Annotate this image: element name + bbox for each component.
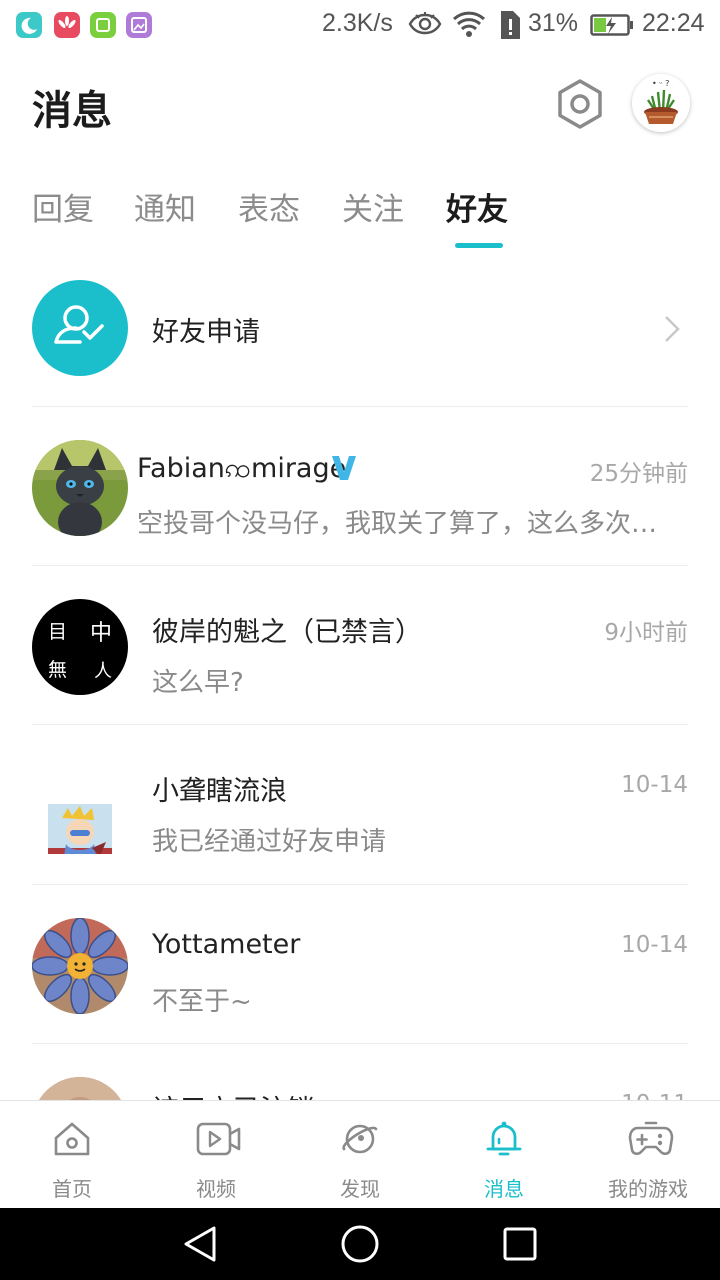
friend-request-label: 好友申请 xyxy=(152,317,260,348)
nav-home-label: 首页 xyxy=(52,1177,92,1201)
home-icon xyxy=(54,1122,90,1156)
message-time: 9小时前 xyxy=(604,620,688,646)
message-time: 10-14 xyxy=(621,932,688,958)
nav-my-games[interactable]: 我的游戏 xyxy=(576,1101,720,1209)
avatar xyxy=(32,918,128,1014)
message-preview: 这么早? xyxy=(152,668,244,698)
clock: 22:24 xyxy=(642,9,705,37)
potted-plant-avatar: • ᵕ ? xyxy=(632,74,690,132)
avatar-char: 中 xyxy=(90,621,113,646)
battery-charging-icon xyxy=(590,14,633,36)
contact-name: 小聋瞎流浪 xyxy=(152,776,287,807)
avatar-char: 無 xyxy=(48,659,68,681)
contact-name: 彼岸的魁之（已禁言） xyxy=(152,617,422,648)
tab-notifications[interactable]: 通知 xyxy=(134,184,196,229)
nav-video[interactable]: 视频 xyxy=(144,1101,288,1209)
svg-text:• ᵕ ?: • ᵕ ? xyxy=(652,79,669,88)
gear-icon xyxy=(558,79,602,129)
page-title: 消息 xyxy=(32,88,112,134)
tab-reactions[interactable]: 表态 xyxy=(238,184,300,229)
tab-following[interactable]: 关注 xyxy=(342,184,404,229)
system-nav-bar xyxy=(0,1208,720,1280)
huawei-app-icon xyxy=(54,12,80,38)
nav-discover[interactable]: 发现 xyxy=(288,1101,432,1209)
friend-request-icon xyxy=(32,280,128,376)
message-time: 10-14 xyxy=(621,772,688,798)
recents-icon[interactable] xyxy=(502,1226,538,1262)
avatar: 目 中 無 人 xyxy=(32,599,128,695)
avatar xyxy=(32,758,128,854)
bottom-nav: 首页 视频 发现 消息 我的游戏 xyxy=(0,1100,720,1208)
tab-friends[interactable]: 好友 xyxy=(446,184,508,229)
shield-app-icon xyxy=(90,12,116,38)
settings-button[interactable] xyxy=(554,78,606,130)
nav-messages-label: 消息 xyxy=(484,1177,524,1201)
nav-video-label: 视频 xyxy=(196,1177,236,1201)
message-preview: 不至于~ xyxy=(152,987,252,1017)
tab-reply[interactable]: 回复 xyxy=(32,184,94,229)
verified-badge-icon xyxy=(332,456,356,480)
eye-icon xyxy=(408,12,442,35)
avatar xyxy=(32,440,128,536)
nav-discover-label: 发现 xyxy=(340,1177,380,1201)
conversation-row[interactable]: 目 中 無 人 彼岸的魁之（已禁言） 9小时前 这么早? xyxy=(0,566,720,724)
avatar-char: 目 xyxy=(48,621,68,643)
moon-app-icon xyxy=(16,12,42,38)
network-speed: 2.3K/s xyxy=(322,9,393,37)
conversation-row[interactable]: Fabianꩡmirage 25分钟前 空投哥个没马仔，我取关了算了，这么多次… xyxy=(0,407,720,565)
message-preview: 我已经通过好友申请 xyxy=(152,827,387,857)
message-preview: 空投哥个没马仔，我取关了算了，这么多次… xyxy=(137,509,658,539)
home-circle-icon[interactable] xyxy=(340,1224,380,1264)
video-icon xyxy=(196,1122,241,1156)
contact-name: Fabianꩡmirage xyxy=(137,453,347,484)
nav-my-games-label: 我的游戏 xyxy=(608,1177,688,1201)
sim-alert-icon xyxy=(501,11,520,39)
status-bar: 2.3K/s 31% 22:24 xyxy=(0,0,720,50)
gamepad-icon xyxy=(628,1121,674,1156)
chevron-right-icon xyxy=(665,316,680,342)
friend-request-row[interactable]: 好友申请 xyxy=(0,270,720,390)
nav-home[interactable]: 首页 xyxy=(0,1101,144,1209)
planet-icon xyxy=(342,1124,378,1154)
bell-icon xyxy=(486,1121,522,1156)
gallery-app-icon xyxy=(126,12,152,38)
contact-name: Yottameter xyxy=(152,929,301,960)
screen: 2.3K/s 31% 22:24 消息 • ᵕ ? 回复 通知 表态 关注 好友… xyxy=(0,0,720,1280)
active-tab-indicator xyxy=(455,243,503,248)
back-icon[interactable] xyxy=(180,1224,220,1264)
message-time: 25分钟前 xyxy=(589,461,688,487)
avatar-char: 人 xyxy=(94,661,112,682)
conversation-row[interactable]: Yottameter 10-14 不至于~ xyxy=(0,885,720,1043)
conversation-row[interactable]: 小聋瞎流浪 10-14 我已经通过好友申请 xyxy=(0,725,720,883)
battery-percent: 31% xyxy=(528,9,579,37)
nav-messages[interactable]: 消息 xyxy=(432,1101,576,1209)
user-avatar-button[interactable]: • ᵕ ? xyxy=(632,74,690,132)
wifi-icon xyxy=(452,11,486,37)
